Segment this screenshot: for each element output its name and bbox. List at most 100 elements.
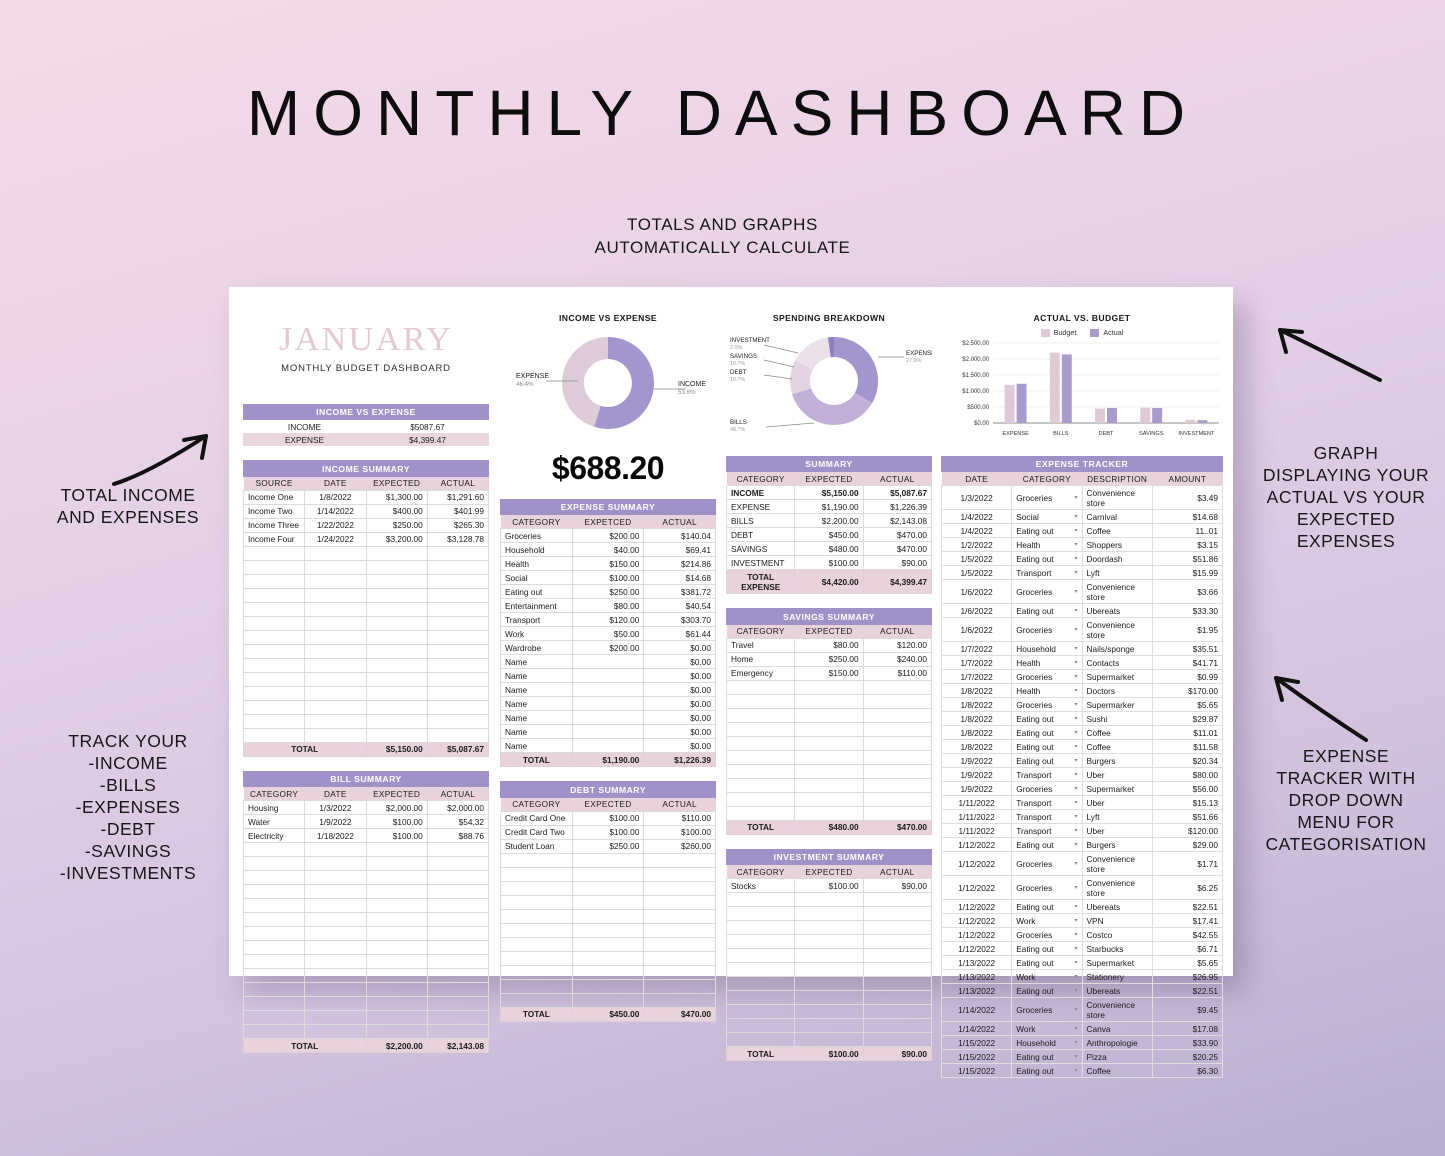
tracker-description: Costco (1081, 927, 1153, 943)
category-dropdown[interactable]: Health ▾ (1011, 683, 1083, 699)
chevron-down-icon[interactable]: ▾ (1074, 672, 1077, 682)
table-cell: $110.00 (862, 665, 933, 681)
table-cell: Income Four (242, 531, 306, 547)
category-dropdown[interactable]: Health ▾ (1011, 537, 1083, 553)
table-cell: $450.00 (794, 527, 864, 543)
chevron-down-icon[interactable]: ▾ (1074, 606, 1077, 616)
table-cell: $3,128.78 (426, 531, 490, 547)
income-value: $5087.67 (366, 420, 489, 434)
chevron-down-icon[interactable]: ▾ (1074, 930, 1077, 940)
category-dropdown[interactable]: Household ▾ (1011, 1035, 1083, 1051)
category-dropdown[interactable]: Transport ▾ (1011, 767, 1083, 783)
category-dropdown[interactable]: Eating out ▾ (1011, 739, 1083, 755)
category-dropdown[interactable]: Work ▾ (1011, 1021, 1083, 1037)
category-dropdown[interactable]: Groceries ▾ (1011, 875, 1083, 901)
chevron-down-icon[interactable]: ▾ (1074, 1066, 1077, 1076)
chevron-down-icon[interactable]: ▾ (1074, 1005, 1077, 1015)
category-dropdown[interactable]: Eating out ▾ (1011, 1049, 1083, 1065)
chevron-down-icon[interactable]: ▾ (1074, 859, 1077, 869)
chevron-down-icon[interactable]: ▾ (1074, 840, 1077, 850)
category-dropdown[interactable]: Transport ▾ (1011, 809, 1083, 825)
chevron-down-icon[interactable]: ▾ (1074, 658, 1077, 668)
category-dropdown[interactable]: Health ▾ (1011, 655, 1083, 671)
chevron-down-icon[interactable]: ▾ (1074, 944, 1077, 954)
table-cell-empty (725, 1032, 796, 1048)
tracker-amount: $17.08 (1151, 1021, 1224, 1037)
category-dropdown[interactable]: Eating out ▾ (1011, 725, 1083, 741)
chevron-down-icon[interactable]: ▾ (1074, 770, 1077, 780)
chevron-down-icon[interactable]: ▾ (1074, 986, 1077, 996)
table-cell: $470.00 (862, 527, 933, 543)
category-dropdown[interactable]: Household ▾ (1011, 641, 1083, 657)
tracker-amount: $0.99 (1151, 669, 1224, 685)
chevron-down-icon[interactable]: ▾ (1074, 644, 1077, 654)
table-row-empty (242, 545, 490, 561)
chevron-down-icon[interactable]: ▾ (1074, 756, 1077, 766)
category-dropdown[interactable]: Groceries ▾ (1011, 669, 1083, 685)
table-row-empty (242, 926, 490, 942)
chevron-down-icon[interactable]: ▾ (1074, 958, 1077, 968)
table-row: Home $250.00 $240.00 (725, 651, 933, 667)
category-dropdown[interactable]: Eating out ▾ (1011, 523, 1083, 539)
chevron-down-icon[interactable]: ▾ (1074, 972, 1077, 982)
category-dropdown[interactable]: Eating out ▾ (1011, 753, 1083, 769)
category-dropdown[interactable]: Eating out ▾ (1011, 1063, 1083, 1079)
category-dropdown[interactable]: Eating out ▾ (1011, 899, 1083, 915)
table-cell: EXPENSE (725, 499, 796, 515)
category-dropdown[interactable]: Transport ▾ (1011, 795, 1083, 811)
chevron-down-icon[interactable]: ▾ (1074, 798, 1077, 808)
category-dropdown[interactable]: Groceries ▾ (1011, 997, 1083, 1023)
chevron-down-icon[interactable]: ▾ (1074, 742, 1077, 752)
category-dropdown[interactable]: Work ▾ (1011, 913, 1083, 929)
chevron-down-icon[interactable]: ▾ (1074, 568, 1077, 578)
chevron-down-icon[interactable]: ▾ (1074, 784, 1077, 794)
category-dropdown[interactable]: Groceries ▾ (1011, 927, 1083, 943)
category-dropdown[interactable]: Groceries ▾ (1011, 697, 1083, 713)
chevron-down-icon[interactable]: ▾ (1074, 714, 1077, 724)
chevron-down-icon[interactable]: ▾ (1074, 526, 1077, 536)
category-dropdown[interactable]: Transport ▾ (1011, 565, 1083, 581)
category-dropdown[interactable]: Transport ▾ (1011, 823, 1083, 839)
category-dropdown[interactable]: Eating out ▾ (1011, 983, 1083, 999)
chevron-down-icon[interactable]: ▾ (1074, 826, 1077, 836)
table-row: 1/4/2022 Social ▾ Carnival $14.68 (940, 509, 1224, 525)
category-dropdown[interactable]: Eating out ▾ (1011, 551, 1083, 567)
chevron-down-icon[interactable]: ▾ (1074, 686, 1077, 696)
chevron-down-icon[interactable]: ▾ (1074, 540, 1077, 550)
chevron-down-icon[interactable]: ▾ (1074, 512, 1077, 522)
chevron-down-icon[interactable]: ▾ (1074, 728, 1077, 738)
chevron-down-icon[interactable]: ▾ (1074, 587, 1077, 597)
chevron-down-icon[interactable]: ▾ (1074, 493, 1077, 503)
category-dropdown[interactable]: Groceries ▾ (1011, 851, 1083, 877)
chevron-down-icon[interactable]: ▾ (1074, 1052, 1077, 1062)
chevron-down-icon[interactable]: ▾ (1074, 625, 1077, 635)
tracker-amount: $22.51 (1151, 983, 1224, 999)
table-cell-empty (426, 982, 490, 998)
chevron-down-icon[interactable]: ▾ (1074, 916, 1077, 926)
tracker-date: 1/9/2022 (940, 781, 1013, 797)
chevron-down-icon[interactable]: ▾ (1074, 883, 1077, 893)
category-value: Household (1016, 643, 1056, 654)
category-dropdown[interactable]: Eating out ▾ (1011, 603, 1083, 619)
table-cell: $150.00 (794, 665, 864, 681)
chevron-down-icon[interactable]: ▾ (1074, 902, 1077, 912)
category-dropdown[interactable]: Groceries ▾ (1011, 781, 1083, 797)
category-dropdown[interactable]: Work ▾ (1011, 969, 1083, 985)
chevron-down-icon[interactable]: ▾ (1074, 700, 1077, 710)
chevron-down-icon[interactable]: ▾ (1074, 1024, 1077, 1034)
category-dropdown[interactable]: Eating out ▾ (1011, 711, 1083, 727)
chevron-down-icon[interactable]: ▾ (1074, 1038, 1077, 1048)
table-row: Water 1/9/2022 $100.00 $54.32 (242, 814, 490, 830)
chevron-down-icon[interactable]: ▾ (1074, 554, 1077, 564)
category-dropdown[interactable]: Groceries ▾ (1011, 485, 1083, 511)
table-row-empty (725, 920, 933, 936)
category-dropdown[interactable]: Social ▾ (1011, 509, 1083, 525)
table-cell: $3,200.00 (365, 531, 428, 547)
category-dropdown[interactable]: Eating out ▾ (1011, 955, 1083, 971)
category-dropdown[interactable]: Eating out ▾ (1011, 837, 1083, 853)
category-dropdown[interactable]: Groceries ▾ (1011, 617, 1083, 643)
category-dropdown[interactable]: Eating out ▾ (1011, 941, 1083, 957)
chevron-down-icon[interactable]: ▾ (1074, 812, 1077, 822)
income-vs-expense-table: INCOME $5087.67 EXPENSE $4,399.47 (243, 420, 489, 447)
category-dropdown[interactable]: Groceries ▾ (1011, 579, 1083, 605)
